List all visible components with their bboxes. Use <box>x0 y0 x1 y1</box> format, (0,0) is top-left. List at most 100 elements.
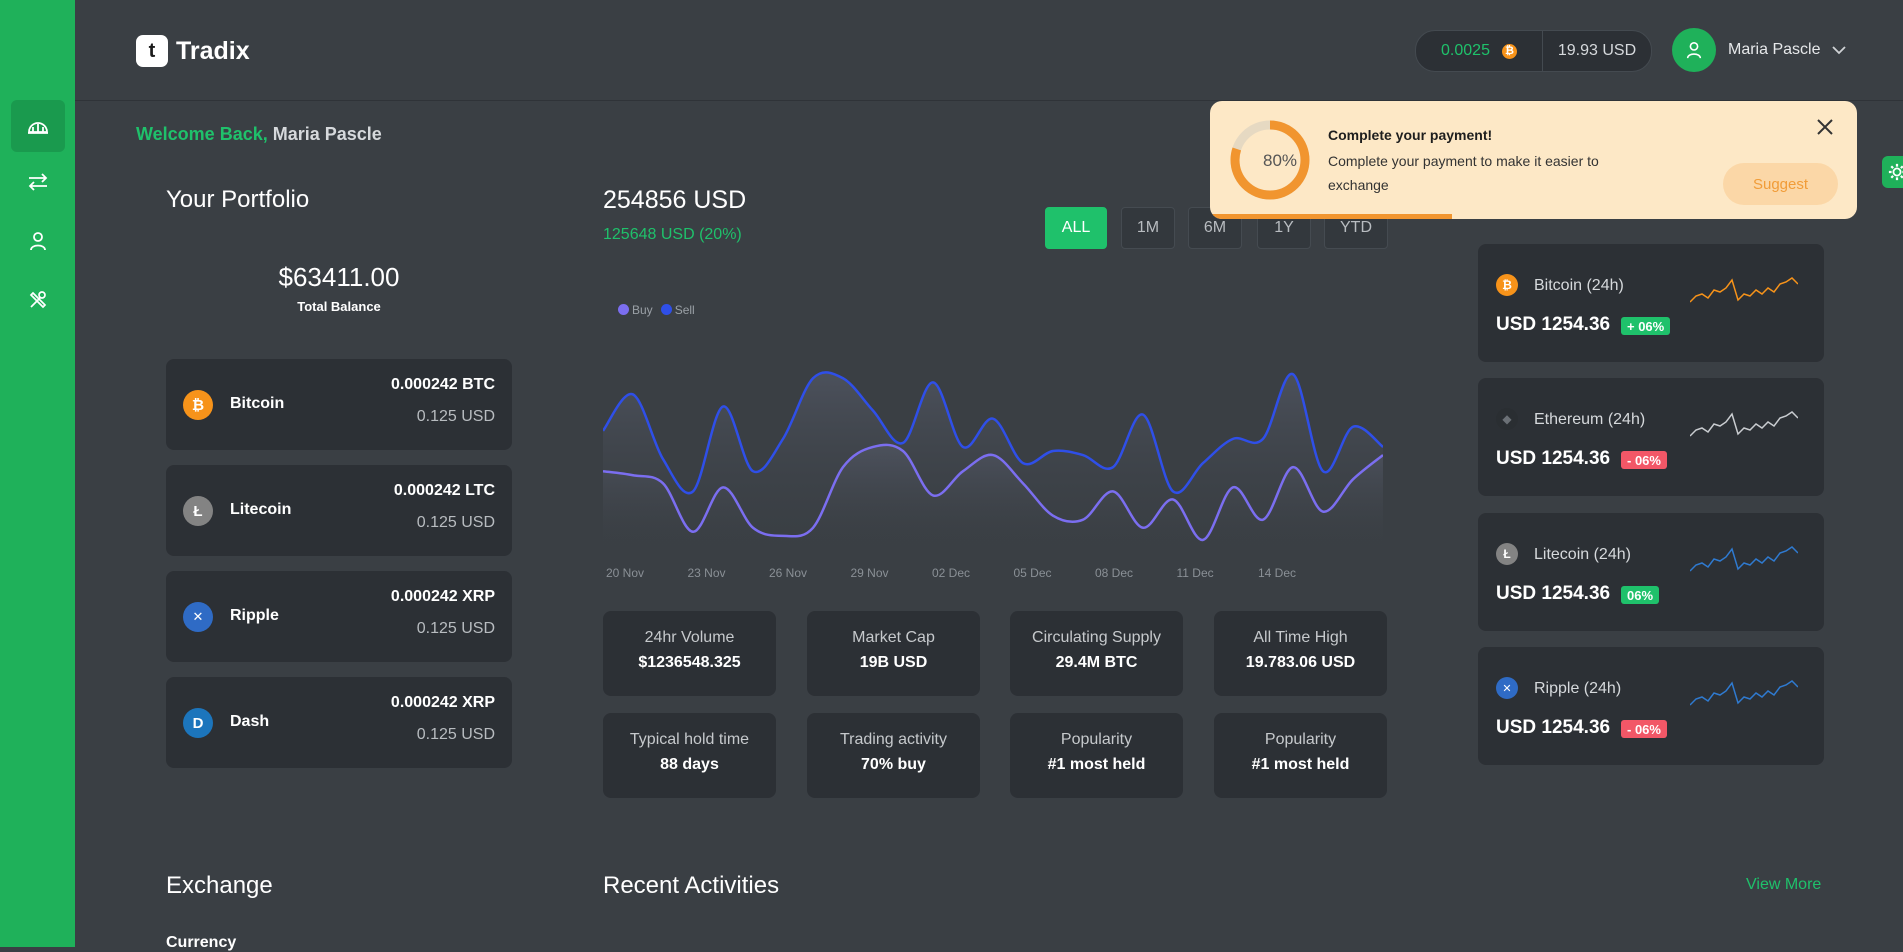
portfolio-value: 254856 USD <box>603 186 747 214</box>
coin-amount: 0.000242 BTC <box>390 376 495 393</box>
series-area-sell <box>603 372 1383 552</box>
stat-title: All Time High <box>1253 629 1348 646</box>
litecoin-icon: Ł <box>183 496 213 526</box>
stat-card: Typical hold time 88 days <box>603 713 776 798</box>
logo-mark-icon: t <box>136 35 168 67</box>
welcome-greeting: Welcome Back, <box>136 124 268 144</box>
user-name: Maria Pascle <box>1728 41 1821 58</box>
notification-message: Complete your payment to make it easier … <box>1328 153 1599 193</box>
x-tick-label: 11 Dec <box>1177 566 1214 580</box>
bitcoin-icon: ₿ <box>183 390 213 420</box>
view-more-link[interactable]: View More <box>1746 876 1821 894</box>
sidebar <box>0 0 75 947</box>
market-card-ethereum[interactable]: ◆ Ethereum (24h) USD 1254.36 - 06% <box>1478 378 1824 496</box>
bitcoin-icon: ₿ <box>1496 274 1518 296</box>
btc-balance: 0.0025 ₿ <box>1416 31 1543 71</box>
sparkline-chart <box>1690 411 1798 437</box>
market-name: Bitcoin (24h) <box>1534 277 1624 294</box>
market-name: Ripple (24h) <box>1534 680 1622 697</box>
wallet-balance[interactable]: 0.0025 ₿ 19.93 USD <box>1415 30 1652 72</box>
sidebar-item-dashboard[interactable] <box>11 100 65 152</box>
stat-title: Popularity <box>1264 731 1337 748</box>
coin-amount: 0.000242 LTC <box>393 482 495 499</box>
stat-title: Typical hold time <box>629 731 750 748</box>
settings-toggle[interactable] <box>1882 156 1903 188</box>
stat-card: Circulating Supply 29.4M BTC <box>1010 611 1183 696</box>
litecoin-icon: Ł <box>1496 543 1518 565</box>
ripple-icon: ✕ <box>1496 677 1518 699</box>
coin-name: Dash <box>230 713 270 730</box>
close-icon[interactable] <box>1815 117 1835 137</box>
usd-balance: 19.93 USD <box>1557 42 1637 59</box>
coin-amount: 0.000242 XRP <box>390 694 495 711</box>
total-balance: $63411.00 Total Balance <box>166 262 512 314</box>
change-badge: - 06% <box>1621 720 1667 738</box>
market-card-litecoin[interactable]: Ł Litecoin (24h) USD 1254.36 06% <box>1478 513 1824 631</box>
x-tick-label: 05 Dec <box>1014 566 1052 580</box>
exchange-title: Exchange <box>166 872 273 899</box>
stat-card: Market Cap 19B USD <box>807 611 980 696</box>
coin-usd-value: 0.125 USD <box>416 408 495 425</box>
market-card-ripple[interactable]: ✕ Ripple (24h) USD 1254.36 - 06% <box>1478 647 1824 765</box>
x-tick-label: 23 Nov <box>688 566 726 580</box>
welcome-name: Maria Pascle <box>272 124 382 144</box>
stat-value: 88 days <box>660 756 719 773</box>
gear-icon <box>1888 163 1903 181</box>
ethereum-icon: ◆ <box>1496 408 1518 430</box>
stat-value: 70% buy <box>861 756 926 773</box>
total-balance-value: $63411.00 <box>278 262 400 292</box>
range-all-button[interactable]: ALL <box>1045 207 1107 249</box>
app-name: Tradix <box>176 36 250 65</box>
stat-value: 19.783.06 USD <box>1245 654 1356 671</box>
bitcoin-icon: ₿ <box>1501 43 1517 59</box>
portfolio-coin-card[interactable]: D Dash 0.000242 XRP 0.125 USD <box>166 677 512 768</box>
user-icon <box>1686 41 1702 59</box>
x-tick-label: 20 Nov <box>606 566 644 580</box>
stat-card: Trading activity 70% buy <box>807 713 980 798</box>
stat-value: 29.4M BTC <box>1055 654 1138 671</box>
ripple-icon: ✕ <box>183 602 213 632</box>
range-1m-button[interactable]: 1M <box>1121 207 1175 249</box>
user-menu[interactable]: Maria Pascle <box>1672 28 1847 72</box>
payment-notification: 80% Complete your payment! Complete your… <box>1210 101 1857 219</box>
suggest-button[interactable]: Suggest <box>1723 163 1838 205</box>
change-badge: 06% <box>1621 586 1660 604</box>
portfolio-coin-card[interactable]: ✕ Ripple 0.000242 XRP 0.125 USD <box>166 571 512 662</box>
currency-label: Currency <box>166 934 237 951</box>
dash-icon: D <box>183 708 213 738</box>
market-price: USD 1254.36 <box>1496 448 1611 469</box>
total-balance-label: Total Balance <box>297 299 381 314</box>
portfolio-coin-card[interactable]: Ł Litecoin 0.000242 LTC 0.125 USD <box>166 465 512 556</box>
sidebar-item-tools[interactable] <box>11 274 65 326</box>
app-logo[interactable]: t Tradix <box>136 35 250 67</box>
stat-card: Popularity #1 most held <box>1214 713 1387 798</box>
recent-activities-title: Recent Activities <box>603 872 780 899</box>
btc-balance-value: 0.0025 <box>1441 42 1490 59</box>
exchange-arrows-icon <box>28 173 48 191</box>
coin-name: Litecoin <box>230 501 292 518</box>
stat-value: $1236548.325 <box>638 654 741 671</box>
market-price: USD 1254.36 <box>1496 314 1611 335</box>
stat-title: Circulating Supply <box>1032 629 1161 646</box>
notification-timer-bar <box>1210 214 1452 219</box>
coin-name: Bitcoin <box>230 395 285 412</box>
tools-icon <box>29 291 47 309</box>
dashboard-icon <box>28 122 48 134</box>
x-tick-label: 02 Dec <box>932 566 970 580</box>
stat-value: #1 most held <box>1251 756 1350 773</box>
x-tick-label: 08 Dec <box>1095 566 1133 580</box>
chevron-down-icon <box>1832 45 1847 54</box>
price-chart: 20 Nov 23 Nov 26 Nov 29 Nov 02 Dec 05 Dec 08 D… <box>603 371 1383 580</box>
sidebar-item-profile[interactable] <box>11 215 65 267</box>
portfolio-coin-card[interactable]: ₿ Bitcoin 0.000242 BTC 0.125 USD <box>166 359 512 450</box>
sidebar-item-exchange[interactable] <box>11 156 65 208</box>
coin-amount: 0.000242 XRP <box>390 588 495 605</box>
market-card-bitcoin[interactable]: ₿ Bitcoin (24h) USD 1254.36 + 06% <box>1478 244 1824 362</box>
coin-usd-value: 0.125 USD <box>416 726 495 743</box>
sparkline-chart <box>1690 277 1798 303</box>
stat-value: 19B USD <box>859 654 928 671</box>
market-price: USD 1254.36 <box>1496 583 1611 604</box>
coin-usd-value: 0.125 USD <box>416 620 495 637</box>
sparkline-chart <box>1690 680 1798 706</box>
avatar <box>1672 28 1716 72</box>
